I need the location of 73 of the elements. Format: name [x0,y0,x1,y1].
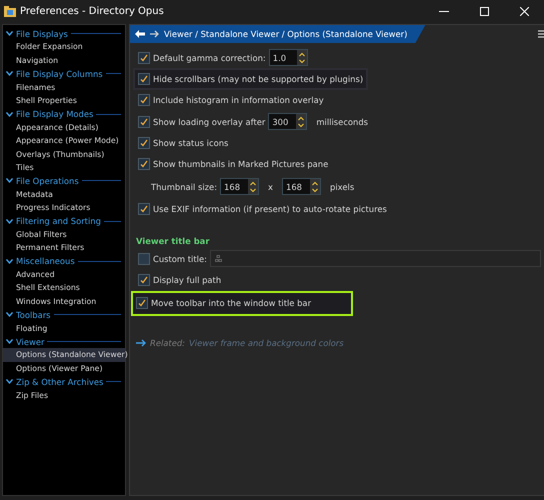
chevron-icon[interactable] [6,339,13,344]
checkbox[interactable] [138,158,150,170]
spin-field[interactable]: 168 [220,178,260,196]
spin-buttons[interactable] [248,179,258,194]
sidebar-group[interactable]: File Display Modes [16,109,94,120]
minimize-icon[interactable] [439,10,449,12]
check-icon [138,299,146,308]
checkbox-label: Show thumbnails in Marked Pictures pane [153,159,328,170]
check-icon [140,138,148,147]
spin-buttons[interactable] [296,114,306,130]
unit-label: milliseconds [316,116,368,127]
chevron-icon[interactable] [6,379,13,384]
sidebar-group[interactable]: File Operations [16,176,79,186]
chevron-icon[interactable] [6,178,13,184]
spin-field[interactable]: 168 [282,178,321,196]
checkbox-label: Include histogram in information overlay [153,95,324,106]
checkbox-label: Use EXIF information (if present) to auto-rotate pictures [153,204,387,214]
chevron-icon[interactable] [6,71,13,76]
size-label: Thumbnail size: [151,182,218,192]
sidebar-group[interactable]: Miscellaneous [16,256,75,266]
related-label: Related: [150,338,186,348]
checkbox[interactable] [138,252,150,265]
sidebar-group[interactable]: Zip & Other Archives [16,376,104,387]
code-icon [214,255,222,262]
maximize-icon[interactable] [480,6,488,16]
sidebar-group[interactable]: Viewer [16,336,44,347]
checkbox-label: Hide scrollbars (may not be supported by plugins) [153,74,364,84]
check-icon [140,96,148,104]
chevron-icon[interactable] [6,218,13,224]
checkbox-label: Custom title: [153,254,207,264]
check-icon [140,74,148,83]
breadcrumb-text: Viewer / Standalone Viewer / Options (Standalone Viewer) [164,29,408,39]
checkbox[interactable] [138,136,150,149]
separator-text: x [268,182,273,192]
input-field[interactable] [210,250,541,268]
checkbox-label: Show loading overlay after [153,116,266,127]
checkbox-label: Display full path [153,275,222,286]
close-icon[interactable] [520,6,528,16]
check-icon [140,205,148,214]
checkbox[interactable] [138,52,150,64]
chevron-icon[interactable] [6,31,13,36]
back-arrow-icon[interactable] [135,30,145,38]
spin-buttons[interactable] [310,179,320,194]
forward-arrow-icon[interactable] [150,30,159,38]
chevron-icon[interactable] [6,312,13,318]
sidebar-group[interactable]: File Displays [16,28,68,39]
sidebar-group[interactable]: File Display Columns [16,68,103,79]
chevron-icon[interactable] [6,258,13,264]
chevron-icon[interactable] [6,112,13,117]
spin-field[interactable]: 1.0 [268,49,308,66]
menu-icon[interactable] [538,30,544,38]
arrow-icon [136,338,146,347]
check-icon [140,54,148,62]
section-heading: Viewer title bar [136,236,210,246]
sidebar-group[interactable]: Toolbars [16,310,51,320]
check-icon [140,160,148,168]
sidebar-group[interactable]: Filtering and Sorting [16,216,101,226]
checkbox-label: Move toolbar into the window title bar [151,298,312,308]
check-icon [140,118,148,126]
checkbox-label: Show status icons [153,138,228,148]
checkbox[interactable] [138,274,150,286]
check-icon [140,276,148,284]
spin-field[interactable]: 300 [268,113,308,130]
checkbox[interactable] [136,297,148,310]
folder-icon [4,6,16,16]
checkbox[interactable] [138,72,150,85]
checkbox[interactable] [138,116,150,128]
checkbox[interactable] [138,203,150,216]
spin-buttons[interactable] [296,50,307,66]
checkbox-label: Default gamma correction: [153,52,266,63]
window-title: Preferences - Directory Opus [20,6,165,16]
checkbox[interactable] [138,94,150,106]
unit-label: pixels [330,182,354,192]
